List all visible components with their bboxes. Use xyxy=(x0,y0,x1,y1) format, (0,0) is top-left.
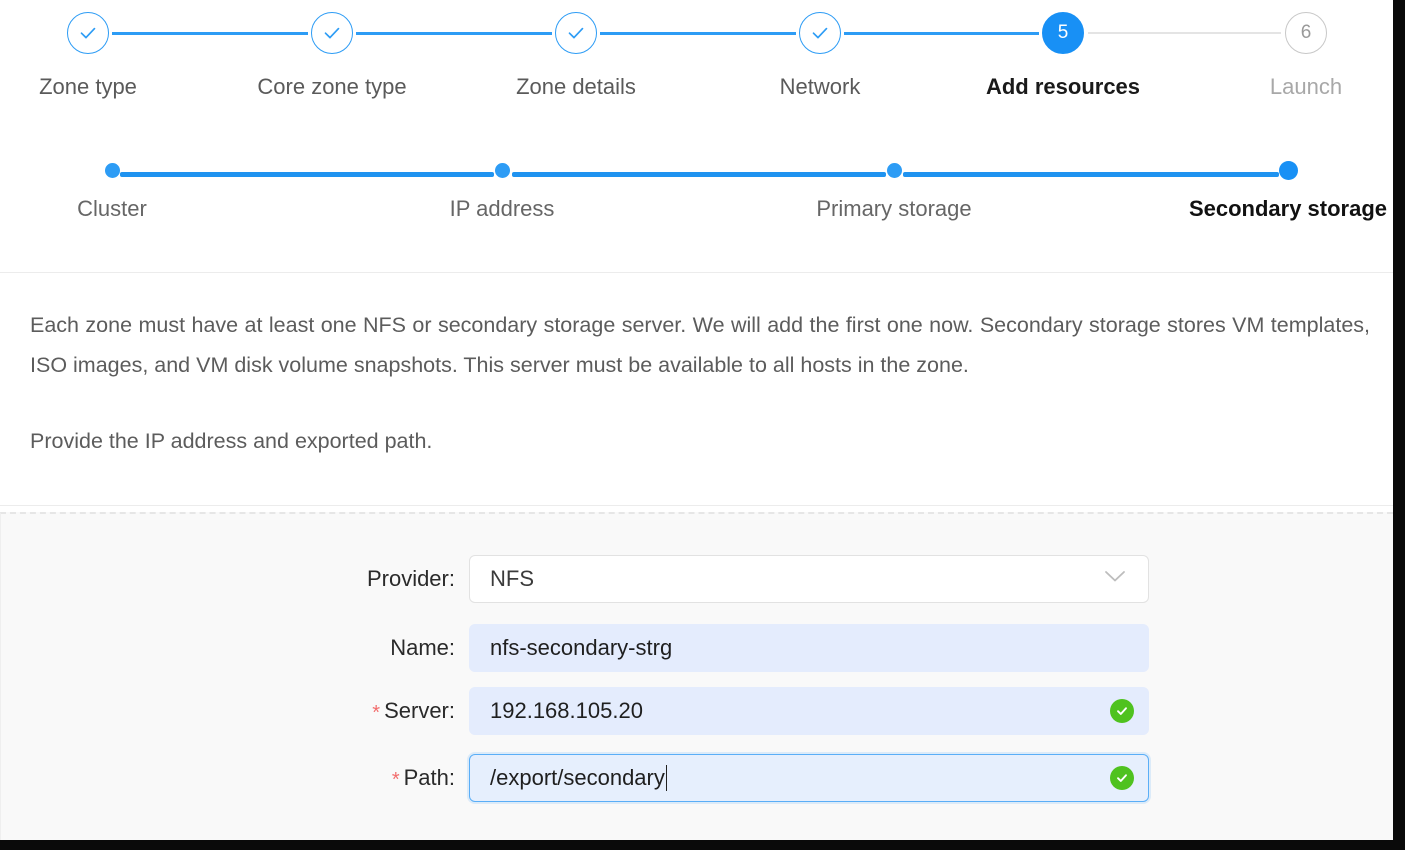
required-asterisk-icon: * xyxy=(391,768,400,791)
description-paragraph-2: Provide the IP address and exported path… xyxy=(30,429,433,453)
valid-check-icon xyxy=(1110,766,1134,790)
wizard-substep-label: Secondary storage xyxy=(1188,196,1388,221)
path-label-text: Path: xyxy=(403,764,455,790)
check-icon xyxy=(812,27,828,39)
divider-bottom xyxy=(0,505,1393,506)
wizard-step-zone-details[interactable]: Zone details xyxy=(456,0,696,100)
wizard-step-label: Zone type xyxy=(39,74,137,99)
wizard-substep-primary-storage[interactable]: Primary storage xyxy=(744,150,1044,222)
form-row-name: Name: nfs-secondary-strg xyxy=(1,624,1393,672)
divider-top xyxy=(0,272,1393,273)
secondary-storage-form: Provider: NFS Name: nfs-secondary-strg *… xyxy=(0,512,1393,840)
form-row-provider: Provider: NFS xyxy=(1,555,1393,603)
substep-dot-wrap xyxy=(352,150,652,190)
wizard-step-add-resources[interactable]: 5 Add resources xyxy=(943,0,1183,100)
step-marker-wrap xyxy=(700,0,940,66)
server-label: * Server: xyxy=(1,698,469,725)
wizard-step-zone-type[interactable]: Zone type xyxy=(0,0,208,100)
wizard-step-network[interactable]: Network xyxy=(700,0,940,100)
wizard-step-label: Add resources xyxy=(985,74,1141,99)
form-row-path: * Path: /export/secondary xyxy=(1,754,1393,802)
wizard-sub-stepper: Cluster IP address Primary storage Secon… xyxy=(0,150,1393,260)
name-label: Name: xyxy=(1,635,469,661)
name-input[interactable]: nfs-secondary-strg xyxy=(469,624,1149,672)
secondary-storage-description: Each zone must have at least one NFS or … xyxy=(30,305,1370,461)
step-marker-6: 6 xyxy=(1285,12,1327,54)
path-label: * Path: xyxy=(1,765,469,792)
provider-label-text: Provider: xyxy=(366,566,455,591)
substep-dot-wrap xyxy=(0,150,262,190)
wizard-step-label: Zone details xyxy=(516,74,636,99)
step-marker-4 xyxy=(799,12,841,54)
step-marker-2 xyxy=(311,12,353,54)
substep-dot-icon xyxy=(886,162,902,178)
provider-value: NFS xyxy=(490,566,534,591)
server-value: 192.168.105.20 xyxy=(490,698,643,723)
substep-dot-wrap xyxy=(1138,150,1393,190)
step-marker-3 xyxy=(555,12,597,54)
check-icon xyxy=(324,27,340,39)
zone-wizard-page: Zone type Core zone type Zone details Ne… xyxy=(0,0,1405,850)
name-value: nfs-secondary-strg xyxy=(490,635,673,660)
step-marker-wrap: 6 xyxy=(1186,0,1393,66)
valid-check-icon xyxy=(1110,699,1134,723)
check-icon xyxy=(568,27,584,39)
wizard-step-label: Network xyxy=(779,74,861,99)
path-value: /export/secondary xyxy=(490,765,665,790)
required-asterisk-icon: * xyxy=(372,701,381,724)
server-label-text: Server: xyxy=(384,697,455,723)
name-label-text: Name: xyxy=(390,635,455,660)
wizard-step-core-zone-type[interactable]: Core zone type xyxy=(212,0,452,100)
wizard-substep-ip-address[interactable]: IP address xyxy=(352,150,652,222)
step-marker-5: 5 xyxy=(1042,12,1084,54)
check-icon xyxy=(80,27,96,39)
text-cursor xyxy=(665,765,668,791)
wizard-substep-label: IP address xyxy=(449,196,555,221)
wizard-substep-label: Cluster xyxy=(77,196,147,221)
path-input[interactable]: /export/secondary xyxy=(469,754,1149,802)
wizard-step-label: Core zone type xyxy=(257,74,407,99)
provider-label: Provider: xyxy=(1,566,469,592)
wizard-substep-secondary-storage[interactable]: Secondary storage xyxy=(1138,150,1393,222)
server-input[interactable]: 192.168.105.20 xyxy=(469,687,1149,735)
step-marker-wrap xyxy=(0,0,208,66)
wizard-step-launch[interactable]: 6 Launch xyxy=(1186,0,1393,100)
step-marker-wrap xyxy=(212,0,452,66)
substep-dot-icon xyxy=(494,162,510,178)
description-paragraph-1: Each zone must have at least one NFS or … xyxy=(30,313,1370,377)
chevron-down-icon[interactable] xyxy=(1104,570,1126,589)
wizard-substep-label: Primary storage xyxy=(816,196,972,221)
substep-dot-wrap xyxy=(744,150,1044,190)
wizard-step-label: Launch xyxy=(1269,74,1343,99)
step-marker-1 xyxy=(67,12,109,54)
substep-dot-icon xyxy=(1278,160,1298,180)
wizard-main-stepper: Zone type Core zone type Zone details Ne… xyxy=(0,0,1393,120)
substep-dot-icon xyxy=(104,162,120,178)
step-marker-wrap xyxy=(456,0,696,66)
provider-select[interactable]: NFS xyxy=(469,555,1149,603)
form-row-server: * Server: 192.168.105.20 xyxy=(1,687,1393,735)
step-marker-wrap: 5 xyxy=(943,0,1183,66)
wizard-substep-cluster[interactable]: Cluster xyxy=(0,150,262,222)
